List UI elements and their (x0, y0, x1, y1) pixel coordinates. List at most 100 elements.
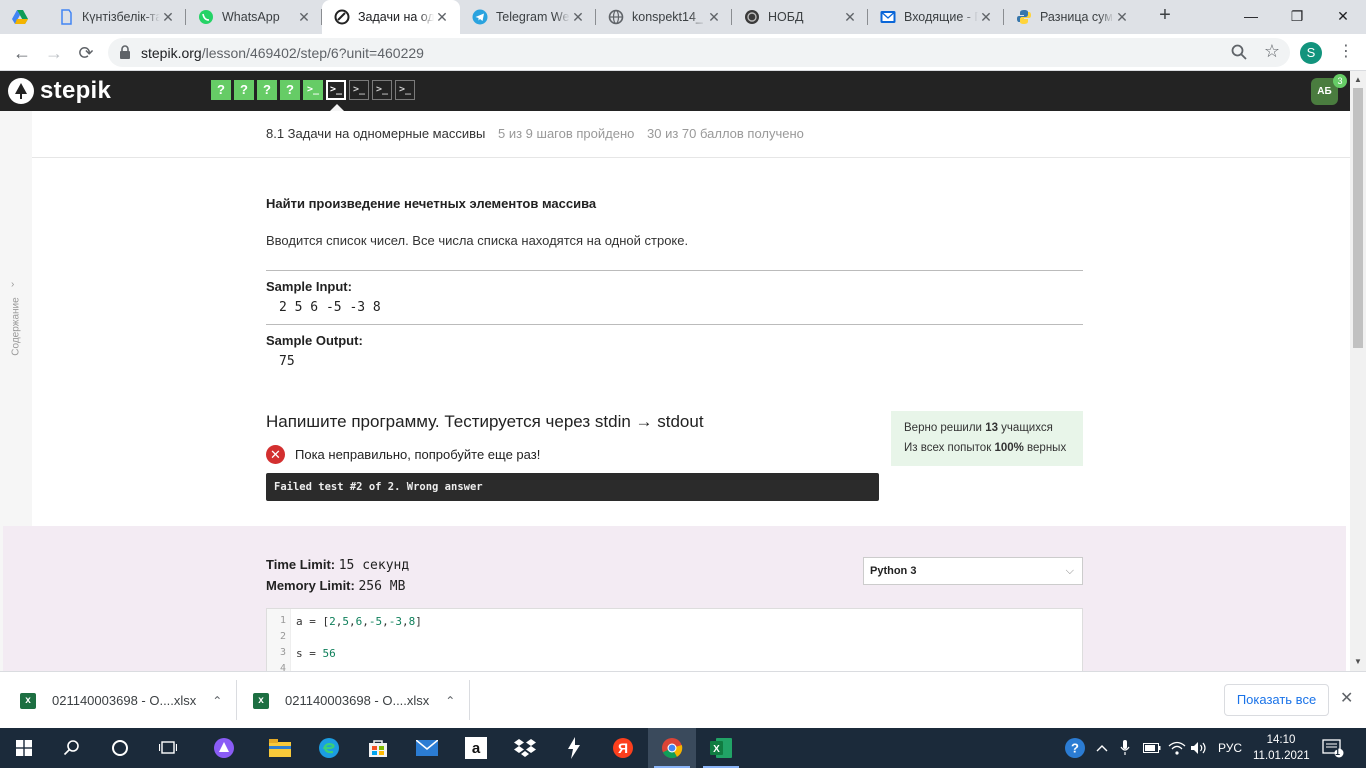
close-icon[interactable]: ✕ (978, 9, 994, 25)
show-all-downloads-button[interactable]: Показать все (1224, 684, 1329, 716)
tab-drive[interactable] (0, 0, 46, 34)
contents-label: Содержание (10, 297, 22, 356)
clock[interactable]: 14:10 11.01.2021 (1253, 732, 1310, 764)
minimize-button[interactable]: — (1228, 0, 1274, 34)
back-button[interactable]: ← (8, 39, 36, 67)
notification-count: 1 (1335, 747, 1341, 757)
code-line[interactable]: a = [2,5,6,-5,-3,8] (296, 615, 422, 628)
download-item[interactable]: x 021140003698 - О....xlsx ⌃ (20, 672, 222, 729)
svg-text:X: X (713, 744, 720, 755)
battery-icon[interactable] (1143, 728, 1161, 768)
dropbox-icon[interactable] (501, 728, 549, 768)
chevron-up-icon[interactable] (1096, 728, 1108, 768)
divider (469, 680, 470, 720)
search-icon[interactable] (1230, 43, 1248, 64)
chrome-icon[interactable] (648, 728, 696, 768)
yandex-browser-icon[interactable]: Я (599, 728, 647, 768)
browser-toolbar: ← → ⟳ stepik.org/lesson/469402/step/6?un… (0, 34, 1366, 71)
steps-progress: 5 из 9 шагов пройдено (498, 126, 635, 141)
language-select[interactable]: Python 3 ⌵ (863, 557, 1083, 585)
tab-title: WhatsApp (222, 10, 280, 24)
wifi-icon[interactable] (1168, 728, 1186, 768)
tab-stepik[interactable]: Задачи на одномерные массивы ✕ (322, 0, 460, 34)
stepik-logo[interactable]: stepik (8, 77, 111, 105)
stepik-icon (334, 9, 350, 25)
restore-button[interactable]: ❐ (1274, 0, 1320, 34)
close-icon[interactable]: ✕ (434, 9, 450, 25)
tab-mail[interactable]: Входящие - Почта ✕ (868, 0, 1004, 34)
close-icon[interactable]: ✕ (296, 9, 312, 25)
close-icon[interactable]: ✕ (160, 9, 176, 25)
line-number: 1 (279, 615, 286, 626)
alice-icon[interactable] (200, 728, 248, 768)
profile-avatar[interactable]: S (1300, 42, 1322, 64)
keyboard-language[interactable]: РУС (1218, 728, 1242, 768)
amazon-icon[interactable]: a (452, 728, 500, 768)
close-icon[interactable]: ✕ (842, 9, 858, 25)
scroll-down-icon[interactable]: ▼ (1350, 657, 1366, 666)
tab-nobd[interactable]: НОБД ✕ (732, 0, 868, 34)
task-view-icon[interactable] (144, 728, 192, 768)
bookmark-star-icon[interactable]: ☆ (1264, 41, 1280, 62)
download-item[interactable]: x 021140003698 - О....xlsx ⌃ (253, 672, 455, 729)
page-scrollbar[interactable]: ▲ ▼ (1350, 71, 1366, 671)
bolt-app-icon[interactable] (550, 728, 598, 768)
forward-button[interactable]: → (40, 39, 68, 67)
menu-icon[interactable]: ⋮ (1336, 40, 1356, 64)
stepik-header: stepik ? ? ? ? >_ >_ >_ >_ >_ (0, 71, 1350, 111)
line-number: 3 (279, 647, 286, 658)
store-icon[interactable] (354, 728, 402, 768)
lesson-header: 8.1 Задачи на одномерные массивы 5 из 9 … (32, 111, 1350, 158)
clock-time: 14:10 (1266, 734, 1296, 746)
contents-sidebar-toggle[interactable]: › Содержание (9, 279, 23, 369)
reload-button[interactable]: ⟳ (72, 39, 100, 67)
code-editor[interactable]: 1 2 3 4 a = [2,5,6,-5,-3,8] s = 56 (266, 608, 1083, 671)
sample-output-value: 75 (279, 354, 295, 369)
mail-app-icon[interactable] (403, 728, 451, 768)
close-icon[interactable]: ✕ (706, 9, 722, 25)
volume-icon[interactable] (1190, 728, 1208, 768)
step-4[interactable]: ? (280, 80, 300, 100)
help-icon[interactable]: ? (1064, 728, 1086, 768)
step-7[interactable]: >_ (349, 80, 369, 100)
telegram-icon (472, 9, 488, 25)
step-3[interactable]: ? (257, 80, 277, 100)
lesson-title[interactable]: 8.1 Задачи на одномерные массивы (266, 126, 485, 141)
tab-telegram[interactable]: Telegram Web ✕ (460, 0, 596, 34)
step-9[interactable]: >_ (395, 80, 415, 100)
tab-kuntizbelik[interactable]: Күнтізбелік-тақырыптық ✕ (46, 0, 186, 34)
step-8[interactable]: >_ (372, 80, 392, 100)
start-button[interactable] (0, 728, 48, 768)
file-explorer-icon[interactable] (256, 728, 304, 768)
step-5[interactable]: >_ (303, 80, 323, 100)
windows-icon (16, 740, 32, 756)
microphone-icon[interactable] (1120, 728, 1130, 768)
tab-python[interactable]: Разница сумм ✕ (1004, 0, 1140, 34)
tab-title: Telegram Web (496, 10, 570, 24)
search-icon[interactable] (48, 728, 96, 768)
new-tab-button[interactable]: + (1154, 5, 1176, 27)
scrollbar-thumb[interactable] (1353, 88, 1363, 348)
chevron-up-icon[interactable]: ⌃ (212, 694, 222, 708)
notifications-icon[interactable]: 1 (1322, 728, 1344, 768)
close-icon[interactable]: ✕ (1114, 9, 1130, 25)
tab-whatsapp[interactable]: WhatsApp ✕ (186, 0, 322, 34)
code-line[interactable]: s = 56 (296, 647, 336, 660)
cortana-icon[interactable] (96, 728, 144, 768)
current-step-caret (330, 104, 344, 111)
step-1[interactable]: ? (211, 80, 231, 100)
line-number: 4 (279, 663, 286, 671)
step-2[interactable]: ? (234, 80, 254, 100)
sample-input-value: 2 5 6 -5 -3 8 (279, 300, 381, 315)
tab-konspekt[interactable]: konspekt14_ ✕ (596, 0, 732, 34)
close-icon[interactable]: ✕ (570, 9, 586, 25)
chevron-up-icon[interactable]: ⌃ (445, 694, 455, 708)
scroll-up-icon[interactable]: ▲ (1350, 75, 1366, 84)
address-bar[interactable]: stepik.org/lesson/469402/step/6?unit=460… (108, 38, 1290, 67)
error-icon: ✕ (266, 445, 285, 464)
close-icon[interactable]: ✕ (1340, 688, 1353, 708)
close-window-button[interactable]: ✕ (1320, 0, 1366, 34)
edge-icon[interactable] (305, 728, 353, 768)
excel-icon[interactable]: X (697, 728, 745, 768)
step-6[interactable]: >_ (326, 80, 346, 100)
